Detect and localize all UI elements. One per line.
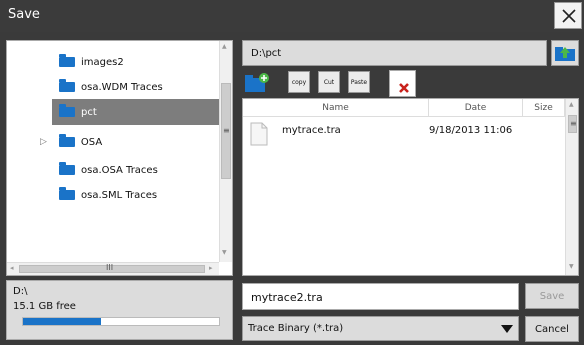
file-name: mytrace.tra <box>282 125 341 136</box>
window-title: Save <box>8 7 40 22</box>
close-icon <box>562 9 576 23</box>
paste-label: Paste <box>350 78 368 86</box>
file-list: Name Date Size mytrace.tra 9/18/2013 11:… <box>242 98 579 276</box>
tree-item-label: osa.WDM Traces <box>81 81 163 93</box>
copy-label: copy <box>291 78 307 86</box>
tree-item-osa-osa-traces[interactable]: osa.OSA Traces <box>59 157 219 183</box>
new-folder-button[interactable] <box>244 72 270 94</box>
cancel-button[interactable]: Cancel <box>525 316 579 342</box>
current-path-field: D:\pct <box>242 40 547 66</box>
tree-item-pct[interactable]: pct <box>52 99 219 125</box>
folder-icon <box>59 187 75 200</box>
folder-icon <box>59 54 75 67</box>
folder-up-icon <box>555 47 575 61</box>
title-bar: Save <box>0 0 584 32</box>
file-row[interactable]: mytrace.tra 9/18/2013 11:06 <box>243 117 565 146</box>
drive-usage-fill <box>23 318 102 325</box>
drive-free-space: 15.1 GB free <box>13 301 76 312</box>
folder-icon <box>59 104 75 117</box>
tree-item-osa-sml-traces[interactable]: osa.SML Traces <box>59 182 219 208</box>
tree-item-images2[interactable]: images2 <box>59 49 219 75</box>
grip-icon: ≡ <box>223 126 230 135</box>
tree-item-label: osa.OSA Traces <box>81 164 158 176</box>
tree-horizontal-scrollbar[interactable]: ◂ III ▸ <box>7 262 219 275</box>
column-header-date[interactable]: Date <box>429 99 523 117</box>
tree-item-label: OSA <box>80 136 103 148</box>
tree-hscroll-thumb[interactable]: III <box>19 263 205 273</box>
tree-item-label: osa.SML Traces <box>81 189 158 201</box>
file-type-select[interactable]: Trace Binary (*.tra) <box>242 316 519 341</box>
scroll-up-icon[interactable]: ▲ <box>222 43 227 50</box>
delete-button[interactable] <box>389 70 416 97</box>
cut-button[interactable]: Cut <box>318 71 340 93</box>
filename-input[interactable]: mytrace2.tra <box>242 283 519 310</box>
scroll-up-icon[interactable]: ▲ <box>569 101 574 108</box>
file-list-header: Name Date Size <box>243 99 565 117</box>
drive-usage-bar <box>22 317 220 326</box>
column-header-size[interactable]: Size <box>523 99 565 117</box>
file-icon <box>250 122 268 146</box>
tree-item-osa[interactable]: ▷ OSA <box>40 129 220 155</box>
folder-tree: images2 osa.WDM Traces pct ▷ OSA osa.OSA… <box>6 40 233 276</box>
folder-icon <box>59 79 75 92</box>
tree-item-label: images2 <box>81 56 124 68</box>
grip-icon: III <box>106 263 114 272</box>
delete-icon <box>399 83 409 93</box>
chevron-down-icon <box>501 325 513 333</box>
folder-icon <box>59 162 75 175</box>
scroll-down-icon[interactable]: ▼ <box>222 249 227 256</box>
expand-arrow-icon[interactable]: ▷ <box>40 137 47 147</box>
folder-up-button[interactable] <box>551 40 579 66</box>
file-type-value: Trace Binary (*.tra) <box>248 323 344 334</box>
drive-name: D:\ <box>13 286 28 297</box>
file-date: 9/18/2013 11:06 <box>429 125 513 136</box>
copy-button[interactable]: copy <box>288 71 310 93</box>
close-button[interactable] <box>554 2 582 29</box>
drive-info-panel: D:\ 15.1 GB free <box>6 280 233 340</box>
file-list-scrollbar[interactable]: ▲ ≡ ▼ <box>565 99 578 275</box>
folder-icon <box>58 134 75 147</box>
cut-label: Cut <box>323 78 335 86</box>
tree-item-label: pct <box>81 106 97 118</box>
save-button[interactable]: Save <box>525 283 579 309</box>
scroll-left-icon[interactable]: ◂ <box>10 264 14 272</box>
tree-scroll-thumb[interactable]: ≡ <box>221 83 231 179</box>
scroll-right-icon[interactable]: ▸ <box>209 264 213 272</box>
new-folder-icon <box>245 73 269 92</box>
paste-button[interactable]: Paste <box>348 71 370 93</box>
grip-icon: ≡ <box>570 119 577 128</box>
tree-item-osa-wdm-traces[interactable]: osa.WDM Traces <box>59 74 219 100</box>
tree-vertical-scrollbar[interactable]: ▲ ≡ ▼ <box>219 41 232 262</box>
file-list-scroll-thumb[interactable]: ≡ <box>568 115 577 133</box>
column-header-name[interactable]: Name <box>243 99 429 117</box>
scroll-down-icon[interactable]: ▼ <box>569 263 574 270</box>
